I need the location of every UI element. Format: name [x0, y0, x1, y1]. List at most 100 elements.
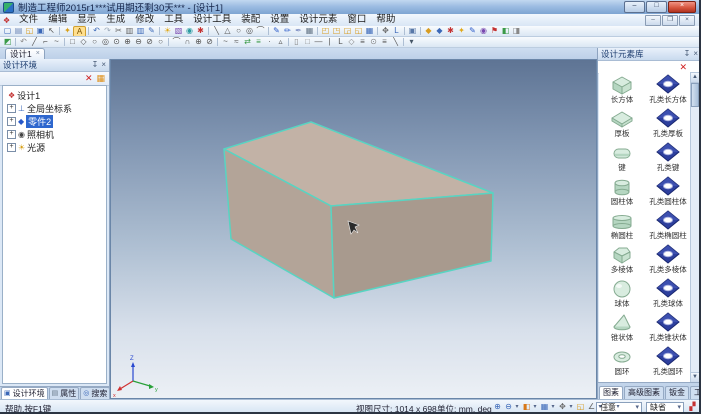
offset-icon[interactable]: ≡: [253, 37, 264, 47]
library-item-prism-solid[interactable]: 多棱体: [599, 244, 645, 278]
library-item-cube-solid[interactable]: 长方体: [599, 74, 645, 108]
library-item-cube-hole[interactable]: 孔类长方体: [645, 74, 691, 108]
arc-chord-icon[interactable]: ⊘: [204, 37, 215, 47]
library-item-plate-hole[interactable]: 孔类厚板: [645, 108, 691, 142]
expand-icon[interactable]: +: [7, 104, 16, 113]
menu-item-help[interactable]: 帮助: [371, 14, 400, 25]
arc-3pt-icon[interactable]: ⌒: [171, 37, 182, 47]
menu-item-display[interactable]: 显示: [72, 14, 101, 25]
chevron-down-icon[interactable]: ▾: [532, 402, 538, 412]
link-icon[interactable]: ▞: [687, 402, 698, 412]
toolbar-overflow-icon[interactable]: ▾: [406, 37, 417, 47]
library-tab-primitives[interactable]: 图素: [599, 386, 623, 399]
display-filter-icon[interactable]: ▦: [96, 73, 105, 84]
sketch-grid-icon[interactable]: ▦: [364, 26, 375, 36]
new-part-icon[interactable]: ▤: [13, 26, 24, 36]
library-delete-icon[interactable]: ✕: [679, 62, 687, 73]
rect-tool-icon[interactable]: □: [67, 37, 78, 47]
chevron-down-icon[interactable]: ▾: [597, 402, 603, 412]
diamond-tool-icon[interactable]: ◇: [78, 37, 89, 47]
line2-tool-icon[interactable]: ╱: [29, 37, 40, 47]
panel-tab-design-environment[interactable]: ▣设计环境: [1, 387, 48, 399]
point-tool-icon[interactable]: ·: [264, 37, 275, 47]
context-help-icon[interactable]: ↖: [46, 26, 57, 36]
tool-pen-icon[interactable]: ✎: [467, 26, 478, 36]
maximize-button[interactable]: □: [646, 1, 667, 13]
circle-diameter-icon[interactable]: ⊘: [144, 37, 155, 47]
tool-flag-icon[interactable]: ⚑: [489, 26, 500, 36]
library-item-cone-solid[interactable]: 锥状体: [599, 312, 645, 346]
save-view-icon[interactable]: ▣: [407, 26, 418, 36]
panel-tab-properties[interactable]: ▤属性: [49, 387, 80, 399]
sketch-ink-icon[interactable]: ✒: [293, 26, 304, 36]
library-item-torus-solid[interactable]: 圆环: [599, 346, 645, 380]
dim-slope-icon[interactable]: ╲: [390, 37, 401, 47]
menu-item-tools[interactable]: 工具: [159, 14, 188, 25]
library-item-torus-hole[interactable]: 孔类圆环: [645, 346, 691, 380]
circle-tangent-icon[interactable]: ⊕: [122, 37, 133, 47]
mirror-icon[interactable]: ⇄: [242, 37, 253, 47]
dim-vertical-icon[interactable]: |: [324, 37, 335, 47]
pan-icon[interactable]: ✥: [557, 402, 568, 412]
tab-close-icon[interactable]: ×: [36, 49, 40, 59]
left-panel-close-icon[interactable]: ×: [101, 59, 106, 71]
delete-icon[interactable]: ✕: [85, 73, 93, 84]
active-text-tool-icon[interactable]: A: [73, 26, 86, 37]
chevron-down-icon[interactable]: ▾: [568, 402, 574, 412]
feature-lib1-icon[interactable]: ◰: [320, 26, 331, 36]
dim-stack-icon[interactable]: ≡: [357, 37, 368, 47]
arc-tangent-icon[interactable]: ⊕: [193, 37, 204, 47]
chevron-down-icon[interactable]: ▾: [550, 402, 556, 412]
sketch-undo-icon[interactable]: ↶: [18, 37, 29, 47]
curve-fit-icon[interactable]: ~: [220, 37, 231, 47]
tool-lock-icon[interactable]: ◆: [434, 26, 445, 36]
dim-diamond-icon[interactable]: ◇: [346, 37, 357, 47]
tool-probe-icon[interactable]: ◉: [478, 26, 489, 36]
scroll-thumb[interactable]: [691, 83, 699, 107]
tool-box-icon[interactable]: ◧: [500, 26, 511, 36]
cut-icon[interactable]: ✂: [113, 26, 124, 36]
child-restore-button[interactable]: ❐: [662, 15, 678, 26]
tool-folder-icon[interactable]: ◆: [423, 26, 434, 36]
clamp-icon[interactable]: ✥: [380, 26, 391, 36]
material-mode-icon[interactable]: ◱: [575, 402, 586, 412]
tree-item-part2[interactable]: +◆零件2: [3, 115, 106, 128]
sketch-plane-icon[interactable]: ◩: [2, 37, 13, 47]
new-design-icon[interactable]: ▢: [2, 26, 13, 36]
library-pin-icon[interactable]: ↧: [684, 48, 691, 60]
dim-circle-icon[interactable]: ⊙: [368, 37, 379, 47]
model-viewport[interactable]: Z x y: [110, 59, 597, 399]
ellipse-tool-icon[interactable]: ◎: [244, 26, 255, 36]
circle-free-icon[interactable]: ○: [155, 37, 166, 47]
polyline-tool-icon[interactable]: ⌐: [40, 37, 51, 47]
zoom-out-icon[interactable]: ⊖: [503, 402, 514, 412]
menu-item-generate[interactable]: 生成: [101, 14, 130, 25]
angle-display-icon[interactable]: ∠: [586, 402, 597, 412]
circle-tool-icon[interactable]: ○: [233, 26, 244, 36]
library-item-key-hole[interactable]: 孔类键: [645, 142, 691, 176]
menu-item-design-elements[interactable]: 设计元素: [294, 14, 342, 25]
tree-item-camera[interactable]: +◉照相机: [3, 128, 106, 141]
circle-2pt-icon[interactable]: ◎: [100, 37, 111, 47]
menu-item-design-tools[interactable]: 设计工具: [188, 14, 236, 25]
menu-item-modify[interactable]: 修改: [130, 14, 159, 25]
library-close-icon[interactable]: ×: [693, 48, 698, 60]
library-tab-tools[interactable]: 工具: [690, 386, 701, 399]
library-item-plate-solid[interactable]: 厚板: [599, 108, 645, 142]
expand-icon[interactable]: +: [7, 117, 16, 126]
tool-bolt-icon[interactable]: ✦: [456, 26, 467, 36]
polygon-tool-icon[interactable]: △: [222, 26, 233, 36]
open-icon[interactable]: ◱: [24, 26, 35, 36]
paste-icon[interactable]: ▥: [135, 26, 146, 36]
sketch-pen-icon[interactable]: ✎: [271, 26, 282, 36]
curve-wave-icon[interactable]: ≈: [231, 37, 242, 47]
dim-corner-icon[interactable]: L: [335, 37, 346, 47]
library-item-prism-hole[interactable]: 孔类多棱体: [645, 244, 691, 278]
chamfer-icon[interactable]: ▵: [275, 37, 286, 47]
menu-item-assembly[interactable]: 装配: [236, 14, 265, 25]
render-icon[interactable]: ☀: [162, 26, 173, 36]
line-tool-icon[interactable]: ╲: [211, 26, 222, 36]
library-item-ellipcyl-hole[interactable]: 孔类椭圆柱: [645, 210, 691, 244]
library-item-ellipcyl-solid[interactable]: 椭圆柱: [599, 210, 645, 244]
library-tab-advanced-primitives[interactable]: 高级图素: [624, 386, 664, 399]
